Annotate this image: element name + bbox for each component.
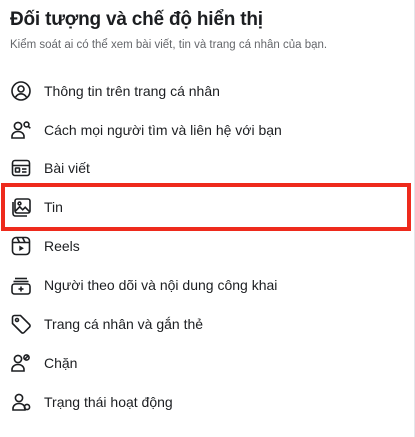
post-icon [10,157,32,179]
menu-item-find-contact[interactable]: Cách mọi người tìm và liên hệ với bạn [0,111,415,149]
highlight-box [1,183,411,231]
menu-item-label: Reels [44,238,80,254]
menu-item-label: Người theo dõi và nội dung công khai [44,277,278,293]
reels-icon [10,235,32,257]
menu-item-label: Chặn [44,355,78,371]
menu-item-profile-tagging[interactable]: Trang cá nhân và gắn thẻ [0,305,415,343]
menu-item-posts[interactable]: Bài viết [0,149,415,187]
menu-item-blocking[interactable]: Chặn [0,344,415,382]
menu-item-followers[interactable]: Người theo dõi và nội dung công khai [0,266,415,304]
menu-item-active-status[interactable]: Trạng thái hoạt động [0,383,415,421]
settings-screen: Đối tượng và chế độ hiển thị Kiểm soát a… [0,0,415,437]
tag-icon [10,313,32,335]
block-user-icon [10,352,32,374]
active-status-icon [10,391,32,413]
menu-item-label: Cách mọi người tìm và liên hệ với bạn [44,122,282,138]
section-description: Kiểm soát ai có thể xem bài viết, tin và… [10,39,328,51]
menu-item-label: Bài viết [44,160,90,176]
followers-icon [10,274,32,296]
person-search-icon [10,119,32,141]
menu-item-reels[interactable]: Reels [0,227,415,265]
menu-item-profile-info[interactable]: Thông tin trên trang cá nhân [0,72,415,110]
section-title: Đối tượng và chế độ hiển thị [10,9,263,30]
user-circle-icon [10,80,32,102]
menu-item-label: Trạng thái hoạt động [44,394,173,410]
menu-item-label: Thông tin trên trang cá nhân [44,83,220,99]
menu-item-label: Trang cá nhân và gắn thẻ [44,316,204,332]
